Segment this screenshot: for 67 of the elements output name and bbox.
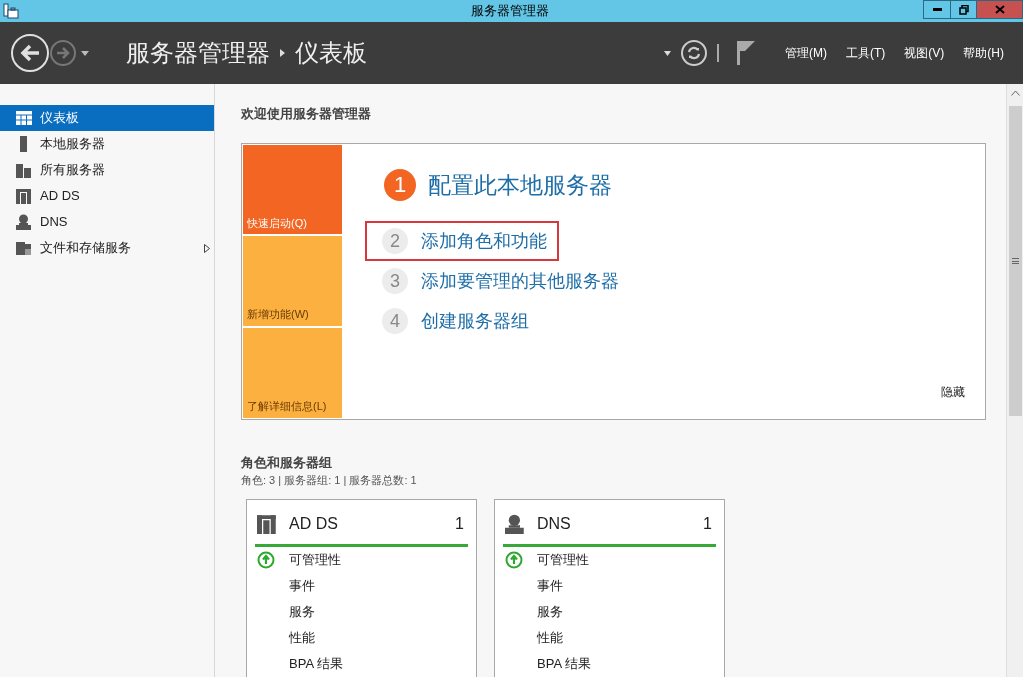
role-card[interactable]: AD DS 1 可管理性 事件 服务 性能 BPA 结果 (246, 498, 477, 677)
expand-arrow-icon[interactable] (204, 243, 210, 253)
refresh-button[interactable] (681, 40, 707, 66)
roles-summary: 角色: 3 | 服务器组: 1 | 服务器总数: 1 (241, 473, 418, 488)
notifications-flag-icon[interactable] (737, 41, 755, 65)
minimize-button[interactable] (923, 0, 951, 19)
scroll-up-icon[interactable] (1010, 90, 1020, 96)
servers-icon (16, 162, 32, 178)
step-link[interactable]: 4 创建服务器组 (365, 301, 541, 341)
role-status-link[interactable]: 可管理性 (289, 549, 341, 570)
close-button[interactable] (977, 0, 1023, 19)
sidebar-item[interactable]: AD DS (0, 183, 214, 209)
hide-link[interactable]: 隐藏 (941, 382, 965, 401)
sidebar-item[interactable]: DNS (0, 209, 214, 235)
section-title: 欢迎使用服务器管理器 (241, 105, 372, 123)
refresh-icon (687, 46, 701, 60)
folder-icon (16, 240, 32, 256)
close-icon (994, 5, 1005, 14)
role-count: 1 (455, 513, 464, 534)
back-button[interactable] (11, 34, 49, 72)
building-icon (16, 188, 32, 204)
forward-button[interactable] (50, 40, 76, 66)
restore-icon (958, 4, 969, 15)
breadcrumb-item: 仪表板 (295, 38, 367, 68)
window-title: 服务器管理器 (471, 2, 549, 21)
scrollbar[interactable] (1006, 84, 1023, 677)
role-status-link[interactable]: BPA 结果 (537, 653, 591, 674)
menu-item[interactable]: 管理(M) (785, 44, 827, 62)
dropdown-icon[interactable] (664, 50, 671, 56)
step-number: 4 (382, 308, 408, 334)
role-status-link[interactable]: 事件 (537, 575, 563, 596)
step-number: 3 (382, 268, 408, 294)
grid-icon (16, 110, 32, 126)
role-status-link[interactable]: 性能 (537, 627, 563, 648)
sidebar-item[interactable]: 本地服务器 (0, 131, 214, 157)
quick-tile[interactable]: 了解详细信息(L) (243, 327, 342, 418)
breadcrumb-item[interactable]: 服务器管理器 (126, 35, 270, 71)
role-name: DNS (537, 513, 572, 534)
forward-arrow-icon (56, 47, 70, 59)
back-arrow-icon (19, 43, 41, 63)
menu-item[interactable]: 视图(V) (904, 44, 945, 62)
step-link[interactable]: 2 添加角色和功能 (365, 221, 559, 261)
role-status-link[interactable]: 性能 (289, 627, 315, 648)
menu-item[interactable]: 工具(T) (846, 44, 886, 62)
chevron-icon (280, 49, 285, 57)
step-number-badge: 1 (384, 168, 416, 201)
dropdown-icon[interactable] (81, 50, 89, 56)
role-status-link[interactable]: 服务 (289, 601, 315, 622)
step-link[interactable]: 1 配置此本地服务器 (382, 165, 624, 204)
building-icon (257, 513, 277, 534)
section-title: 角色和服务器组 (241, 453, 333, 472)
quick-tile[interactable]: 新增功能(W) (243, 236, 342, 326)
step-number: 2 (382, 228, 408, 254)
menu-item[interactable]: 帮助(H) (963, 44, 1004, 62)
role-status-link[interactable]: 服务 (537, 601, 563, 622)
sidebar-item[interactable]: 仪表板 (0, 105, 214, 131)
app-icon (3, 3, 19, 19)
role-card[interactable]: DNS 1 可管理性 事件 服务 性能 BPA 结果 (494, 498, 725, 677)
role-status-link[interactable]: 可管理性 (537, 549, 589, 570)
role-status-link[interactable]: 事件 (289, 575, 315, 596)
step-link[interactable]: 3 添加要管理的其他服务器 (365, 261, 631, 301)
role-count: 1 (703, 513, 712, 534)
role-status-link[interactable]: BPA 结果 (289, 653, 343, 674)
role-name: AD DS (289, 513, 339, 534)
sidebar-item[interactable]: 文件和存储服务 (0, 235, 214, 261)
restore-button[interactable] (951, 0, 977, 19)
sidebar-item[interactable]: 所有服务器 (0, 157, 214, 183)
